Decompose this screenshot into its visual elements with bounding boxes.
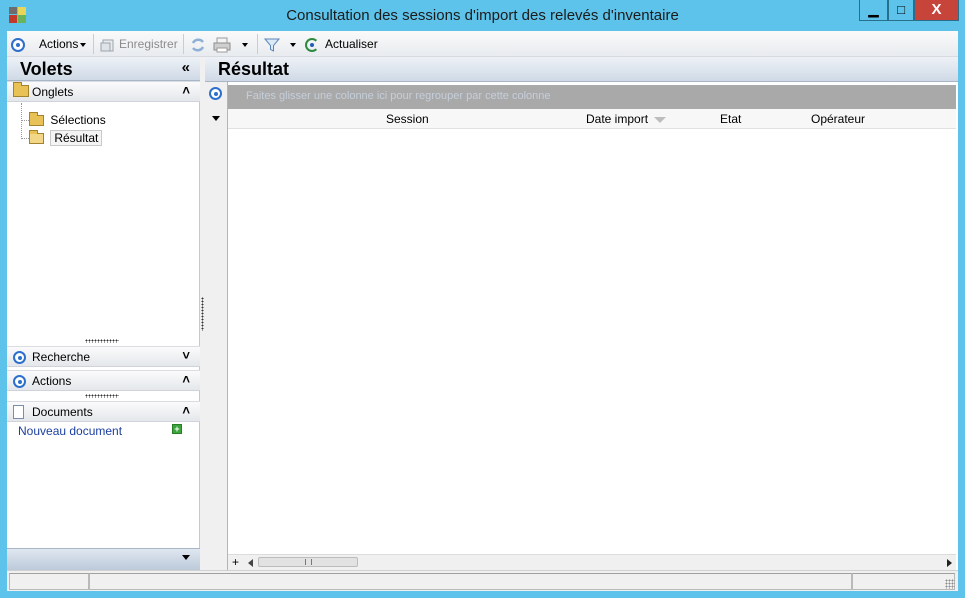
section-documents[interactable]: Documents ˄ [7, 401, 200, 422]
left-pane-footer[interactable] [7, 548, 200, 572]
group-by-hint: Faites glisser une colonne ici pour regr… [246, 90, 551, 102]
status-cell [9, 573, 89, 590]
refresh-label: Actualiser [325, 37, 378, 51]
tree-item-label: Résultat [50, 130, 103, 146]
collapse-section-icon[interactable]: ˄ [182, 83, 190, 98]
section-recherche[interactable]: Recherche ˅ [7, 346, 200, 367]
tree-item-label: Sélections [50, 113, 106, 127]
group-by-panel[interactable]: Faites glisser une colonne ici pour regr… [228, 85, 956, 109]
section-actions-label: Actions [32, 374, 72, 388]
sync-button[interactable] [190, 35, 206, 53]
section-onglets-label: Onglets [32, 85, 74, 99]
close-icon: X [931, 1, 942, 18]
toolbar: Actions Enregistrer Actualiser [7, 31, 958, 57]
status-bar [7, 570, 958, 591]
section-actions[interactable]: Actions ˄ [7, 370, 200, 391]
target-icon [11, 37, 25, 52]
scroll-right-arrow[interactable] [947, 559, 952, 567]
result-title: Résultat [218, 59, 290, 79]
chevron-down-icon [182, 555, 190, 560]
grid-gutter [205, 82, 228, 574]
tree-connector [21, 103, 22, 139]
result-header: Résultat [205, 57, 958, 82]
application-window: Consultation des sessions d'import des r… [0, 0, 965, 598]
print-button[interactable] [213, 35, 231, 53]
expand-icon[interactable]: + [232, 555, 239, 569]
client-area: Actions Enregistrer Actualiser Volets « … [7, 31, 958, 591]
status-cell [89, 573, 852, 590]
actions-menu-label: Actions [39, 37, 79, 51]
filter-icon [263, 38, 281, 52]
open-folder-icon [29, 130, 44, 145]
app-icon [9, 7, 27, 23]
tree-connector [21, 120, 29, 121]
column-chooser-icon[interactable] [212, 116, 220, 121]
column-header-etat[interactable]: Etat [720, 112, 741, 126]
target-icon [13, 350, 26, 365]
toolbar-separator [257, 34, 258, 54]
left-pane-header: Volets « [7, 57, 200, 81]
splitter-grip[interactable] [85, 394, 119, 398]
left-pane-title: Volets [20, 59, 73, 79]
title-bar[interactable]: Consultation des sessions d'import des r… [0, 0, 965, 31]
collapse-section-icon[interactable]: ˄ [182, 372, 190, 387]
close-button[interactable]: X [914, 0, 959, 21]
column-header-date-import[interactable]: Date import [586, 112, 667, 126]
folder-icon [29, 112, 44, 127]
print-icon [213, 37, 231, 53]
grip-icon [305, 559, 312, 565]
status-cell [852, 573, 955, 590]
chevron-down-icon [242, 42, 248, 47]
toolbar-target-button[interactable] [11, 35, 25, 53]
print-options-dropdown[interactable] [240, 35, 248, 53]
expand-section-icon[interactable]: ˅ [182, 348, 190, 363]
maximize-icon: □ [897, 2, 905, 17]
tree-item-resultat[interactable]: Résultat [29, 130, 103, 146]
save-button[interactable]: Enregistrer [100, 35, 178, 53]
sync-icon [191, 38, 205, 52]
sort-descending-icon [654, 116, 667, 123]
new-document-link[interactable]: Nouveau document [18, 424, 122, 438]
folder-icon [13, 82, 29, 100]
left-pane: Volets « Onglets ˄ Sélections Résultat R… [7, 57, 200, 574]
minimize-icon: ▁ [868, 2, 879, 17]
result-pane: Résultat Faites glisser une colonne ici … [205, 57, 958, 574]
splitter-grip [201, 297, 204, 331]
filter-button[interactable] [263, 35, 281, 53]
column-header-operateur[interactable]: Opérateur [811, 112, 865, 126]
tree-item-selections[interactable]: Sélections [29, 112, 106, 128]
filter-options-dropdown[interactable] [288, 35, 296, 53]
splitter-grip[interactable] [85, 339, 119, 343]
target-icon [13, 374, 26, 389]
save-icon [100, 39, 114, 52]
column-header-label: Date import [586, 112, 649, 126]
toolbar-separator [93, 34, 94, 54]
actions-menu-button[interactable]: Actions [39, 35, 87, 53]
minimize-button[interactable]: ▁ [859, 0, 888, 21]
section-recherche-label: Recherche [32, 350, 91, 364]
horizontal-scrollbar[interactable]: + [228, 554, 956, 570]
resize-grip-icon[interactable] [945, 579, 955, 589]
collapse-pane-icon[interactable]: « [182, 59, 190, 76]
scroll-left-arrow[interactable] [248, 559, 253, 567]
chevron-down-icon [290, 42, 296, 47]
refresh-button[interactable]: Actualiser [305, 35, 378, 53]
add-document-icon[interactable]: + [172, 424, 182, 434]
refresh-icon [305, 37, 319, 52]
chevron-down-icon [80, 42, 87, 47]
save-label: Enregistrer [119, 37, 178, 51]
document-icon [13, 405, 24, 422]
collapse-section-icon[interactable]: ˄ [182, 403, 190, 418]
column-header-session[interactable]: Session [386, 112, 429, 126]
scrollbar-thumb[interactable] [258, 557, 358, 567]
tree-connector [21, 138, 29, 139]
target-icon[interactable] [209, 86, 222, 101]
toolbar-separator [183, 34, 184, 54]
section-onglets[interactable]: Onglets ˄ [7, 81, 200, 102]
window-title: Consultation des sessions d'import des r… [286, 7, 679, 24]
maximize-button[interactable]: □ [888, 0, 914, 21]
section-documents-label: Documents [32, 405, 93, 419]
grid-column-header: Session Date import Etat Opérateur [228, 109, 956, 129]
